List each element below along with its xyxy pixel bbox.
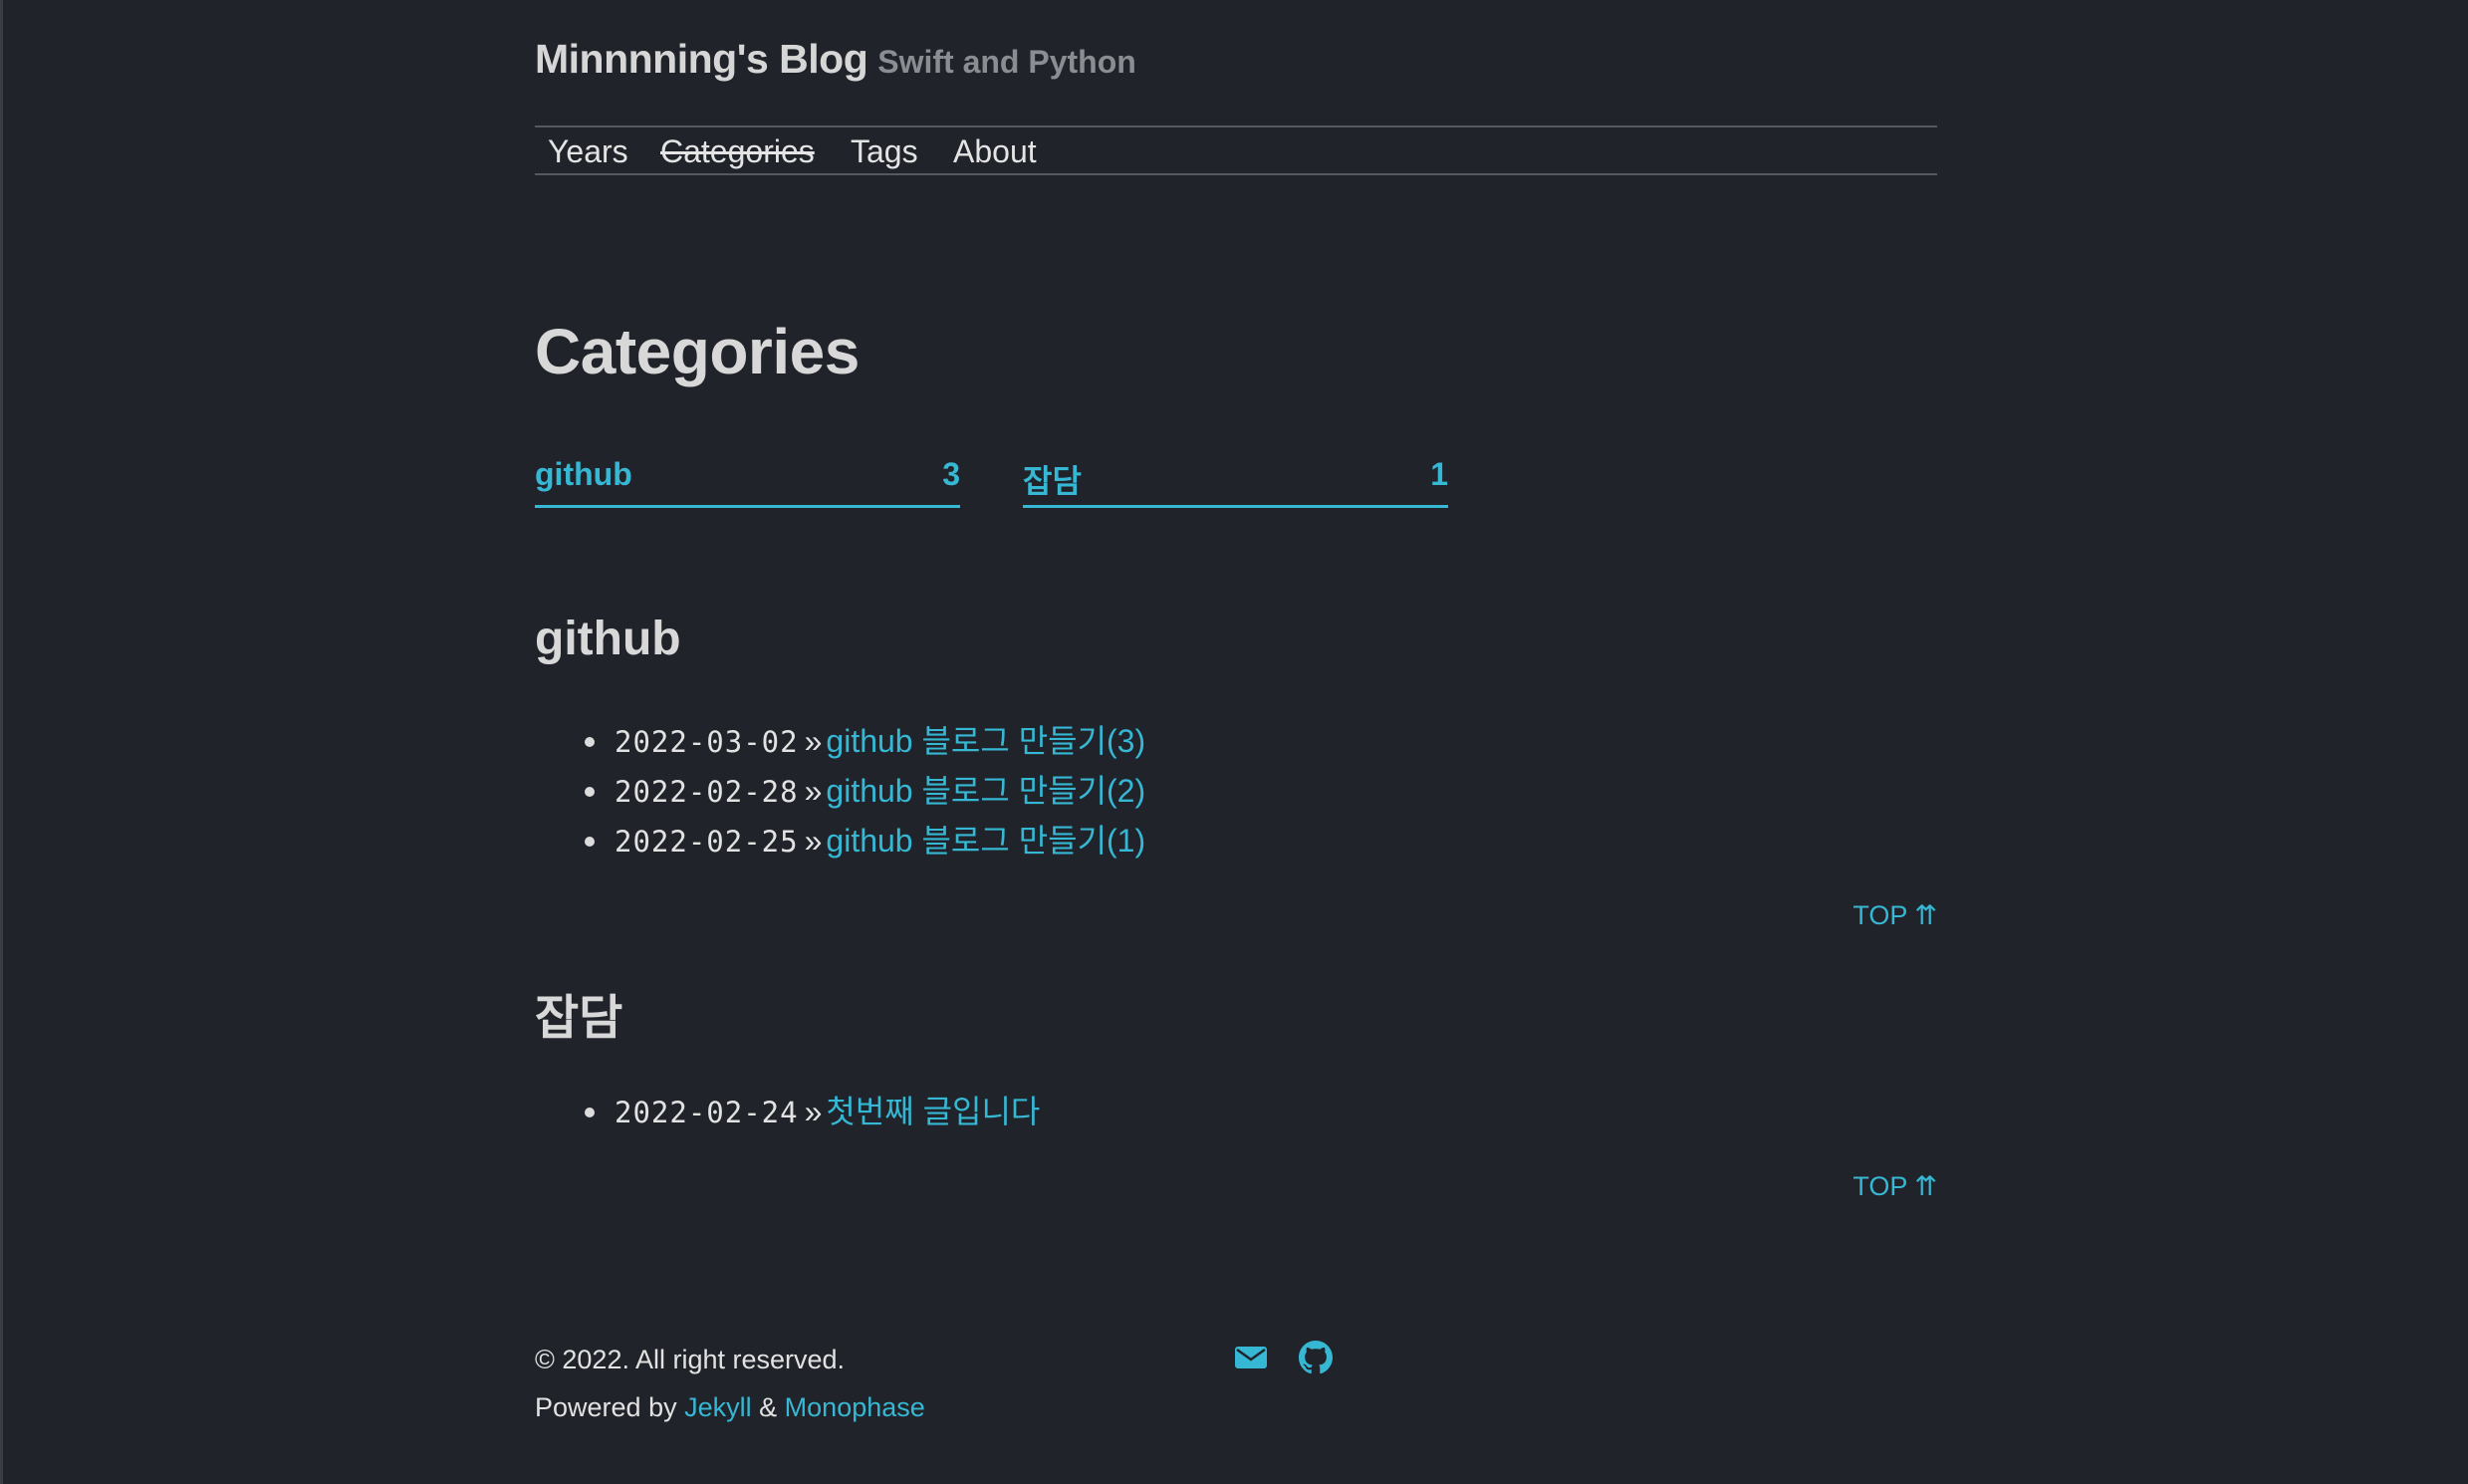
post-list-github: 2022-03-02» github 블로그 만들기(3) 2022-02-28»… <box>535 719 1145 868</box>
post-separator: » <box>804 823 823 859</box>
list-item: 2022-02-24» 첫번째 글입니다 <box>535 1090 1040 1139</box>
nav-item-about[interactable]: About <box>953 133 1037 170</box>
post-date: 2022-03-02 <box>615 725 799 759</box>
category-card-github[interactable]: github 3 <box>535 452 960 508</box>
list-item: 2022-03-02» github 블로그 만들기(3) <box>535 719 1145 769</box>
category-card-count: 1 <box>1430 456 1448 492</box>
ampersand: & <box>759 1392 778 1422</box>
list-item: 2022-02-28» github 블로그 만들기(2) <box>535 769 1145 819</box>
mail-icon[interactable] <box>1234 1341 1268 1374</box>
category-card-name: 잡담 <box>1023 463 1082 499</box>
site-header: Minnnning's Blog Swift and Python <box>535 36 1136 83</box>
post-date: 2022-02-24 <box>615 1096 799 1129</box>
section-title-github: github <box>535 613 681 665</box>
top-link[interactable]: TOP ⇈ <box>1852 900 1937 931</box>
post-list-japdam: 2022-02-24» 첫번째 글입니다 <box>535 1090 1040 1139</box>
site-subtitle: Swift and Python <box>877 44 1136 80</box>
jekyll-link[interactable]: Jekyll <box>684 1392 752 1422</box>
post-separator: » <box>804 773 823 809</box>
site-title[interactable]: Minnnning's Blog <box>535 36 868 82</box>
powered-by-label: Powered by <box>535 1392 677 1422</box>
post-separator: » <box>804 1094 823 1129</box>
window-edge <box>0 0 3 1484</box>
category-card-japdam[interactable]: 잡담 1 <box>1023 452 1448 508</box>
post-date: 2022-02-25 <box>615 825 799 859</box>
post-date: 2022-02-28 <box>615 775 799 809</box>
nav-item-tags[interactable]: Tags <box>851 133 918 170</box>
github-icon[interactable] <box>1299 1341 1333 1374</box>
list-item: 2022-02-25» github 블로그 만들기(1) <box>535 819 1145 868</box>
top-link[interactable]: TOP ⇈ <box>1852 1171 1937 1202</box>
post-separator: » <box>804 723 823 759</box>
post-link[interactable]: github 블로그 만들기(3) <box>826 723 1145 759</box>
post-link[interactable]: github 블로그 만들기(2) <box>826 773 1145 809</box>
monophase-link[interactable]: Monophase <box>785 1392 925 1422</box>
nav-item-years[interactable]: Years <box>548 133 628 170</box>
footer-powered: Powered by Jekyll & Monophase <box>535 1392 925 1423</box>
page-title: Categories <box>535 316 860 387</box>
post-link[interactable]: 첫번째 글입니다 <box>826 1094 1040 1129</box>
post-link[interactable]: github 블로그 만들기(1) <box>826 823 1145 859</box>
category-card-count: 3 <box>942 456 960 492</box>
nav-item-categories[interactable]: Categories <box>660 133 815 170</box>
section-title-japdam: 잡담 <box>535 992 623 1045</box>
main-nav: Years Categories Tags About <box>535 125 1937 175</box>
footer-copyright: © 2022. All right reserved. <box>535 1345 846 1374</box>
category-card-name: github <box>535 456 632 492</box>
